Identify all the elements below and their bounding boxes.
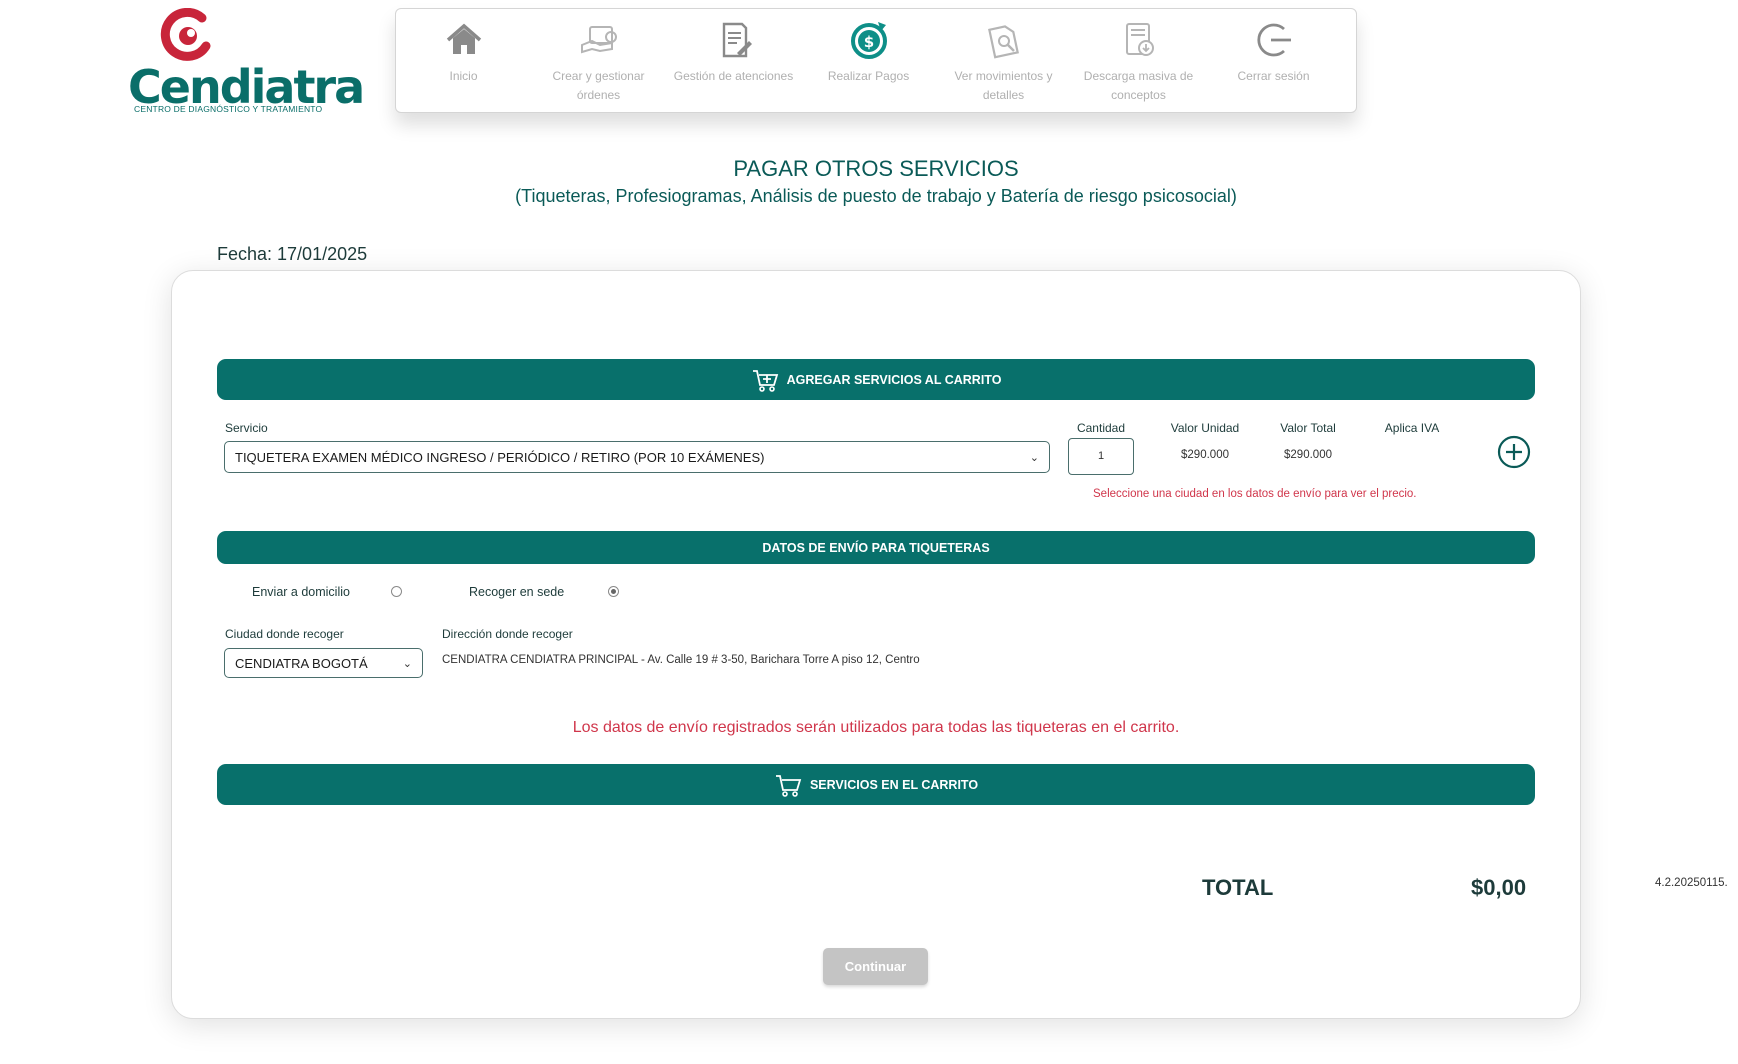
- pickup-address-label: Dirección donde recoger: [442, 627, 573, 641]
- service-select-value: TIQUETERA EXAMEN MÉDICO INGRESO / PERIÓD…: [235, 449, 765, 465]
- chevron-down-icon: ⌄: [402, 657, 412, 670]
- cart-add-icon: [752, 369, 778, 392]
- cart-icon: [775, 774, 802, 797]
- nav-item-pagos[interactable]: $ Realizar Pagos: [801, 9, 936, 112]
- svg-text:$: $: [863, 33, 873, 51]
- shipping-data-bar: DATOS DE ENVÍO PARA TIQUETERAS: [217, 531, 1535, 564]
- cart-services-label: SERVICIOS EN EL CARRITO: [809, 777, 979, 792]
- shipping-data-label: DATOS DE ENVÍO PARA TIQUETERAS: [762, 540, 990, 555]
- unit-value-label: Valor Unidad: [1170, 421, 1240, 435]
- nav-item-descarga[interactable]: Descarga masiva de conceptos: [1071, 9, 1206, 112]
- download-icon: [1125, 23, 1154, 56]
- pickup-label: Recoger en sede: [469, 585, 565, 599]
- total-amount: $0,00: [1471, 875, 1527, 900]
- nav-label: Crear y gestionar órdenes: [552, 69, 645, 102]
- total-value-label: Valor Total: [1280, 421, 1336, 435]
- orders-icon: [580, 26, 617, 54]
- logo-mark-icon: [160, 8, 211, 61]
- cendiatra-logo[interactable]: Cendiatra CENTRO DE DIAGNÓSTICO Y TRATAM…: [128, 8, 365, 118]
- nav-label: Ver movimientos y detalles: [954, 69, 1053, 102]
- home-icon: [446, 23, 481, 54]
- cart-services-bar: SERVICIOS EN EL CARRITO: [217, 764, 1535, 805]
- home-delivery-radio[interactable]: [391, 586, 402, 597]
- pickup-city-select[interactable]: CENDIATRA BOGOTÁ ⌄: [224, 648, 423, 678]
- shipping-notice: Los datos de envío registrados serán uti…: [572, 719, 1180, 736]
- add-services-label: AGREGAR SERVICIOS AL CARRITO: [786, 372, 1002, 387]
- nav-item-cerrar-sesion[interactable]: Cerrar sesión: [1206, 9, 1341, 112]
- app-version: 4.2.20250115.: [1655, 877, 1728, 889]
- pickup-radio[interactable]: [608, 586, 619, 597]
- nav-label: Realizar Pagos: [827, 69, 910, 83]
- logo-tagline: CENTRO DE DIAGNÓSTICO Y TRATAMIENTO: [134, 104, 323, 114]
- add-services-bar: AGREGAR SERVICIOS AL CARRITO: [217, 359, 1535, 400]
- service-label: Servicio: [225, 421, 268, 435]
- nav-label: Gestión de atenciones: [673, 69, 794, 83]
- nav-item-inicio[interactable]: Inicio: [396, 9, 531, 112]
- quantity-label: Cantidad: [1076, 421, 1126, 435]
- nav-label: Descarga masiva de conceptos: [1083, 69, 1194, 102]
- pickup-city-value: CENDIATRA BOGOTÁ: [235, 655, 368, 671]
- total-label: TOTAL: [1202, 875, 1274, 900]
- nav-label: Cerrar sesión: [1237, 69, 1310, 83]
- nav-label: Inicio: [449, 69, 478, 83]
- top-navigation: Inicio Crear y gestionar órdenes Gestión…: [395, 8, 1357, 113]
- home-delivery-label: Enviar a domicilio: [252, 585, 350, 599]
- date-label: Fecha: 17/01/2025: [217, 244, 368, 264]
- add-service-plus-icon[interactable]: [1497, 435, 1531, 469]
- page-subtitle: (Tiqueteras, Profesiogramas, Análisis de…: [515, 186, 1237, 206]
- nav-item-ordenes[interactable]: Crear y gestionar órdenes: [531, 9, 666, 112]
- movements-icon: [987, 25, 1019, 59]
- pickup-city-label: Ciudad donde recoger: [225, 627, 344, 641]
- service-select[interactable]: TIQUETERA EXAMEN MÉDICO INGRESO / PERIÓD…: [224, 441, 1050, 473]
- pickup-address-value: CENDIATRA CENDIATRA PRINCIPAL - Av. Call…: [442, 654, 920, 666]
- total-value: $290.000: [1284, 449, 1332, 461]
- iva-label: Aplica IVA: [1384, 421, 1440, 435]
- unit-value: $290.000: [1181, 449, 1229, 461]
- continue-button[interactable]: Continuar: [823, 948, 928, 985]
- quantity-input[interactable]: 1: [1068, 438, 1134, 475]
- document-icon: [722, 22, 752, 58]
- nav-item-atenciones[interactable]: Gestión de atenciones: [666, 9, 801, 112]
- city-warning: Seleccione una ciudad en los datos de en…: [1093, 488, 1417, 500]
- chevron-down-icon: ⌄: [1029, 451, 1039, 464]
- nav-item-movimientos[interactable]: Ver movimientos y detalles: [936, 9, 1071, 112]
- logout-icon: [1256, 23, 1291, 57]
- page-title: PAGAR OTROS SERVICIOS: [733, 156, 1019, 181]
- payment-icon: $: [850, 22, 887, 59]
